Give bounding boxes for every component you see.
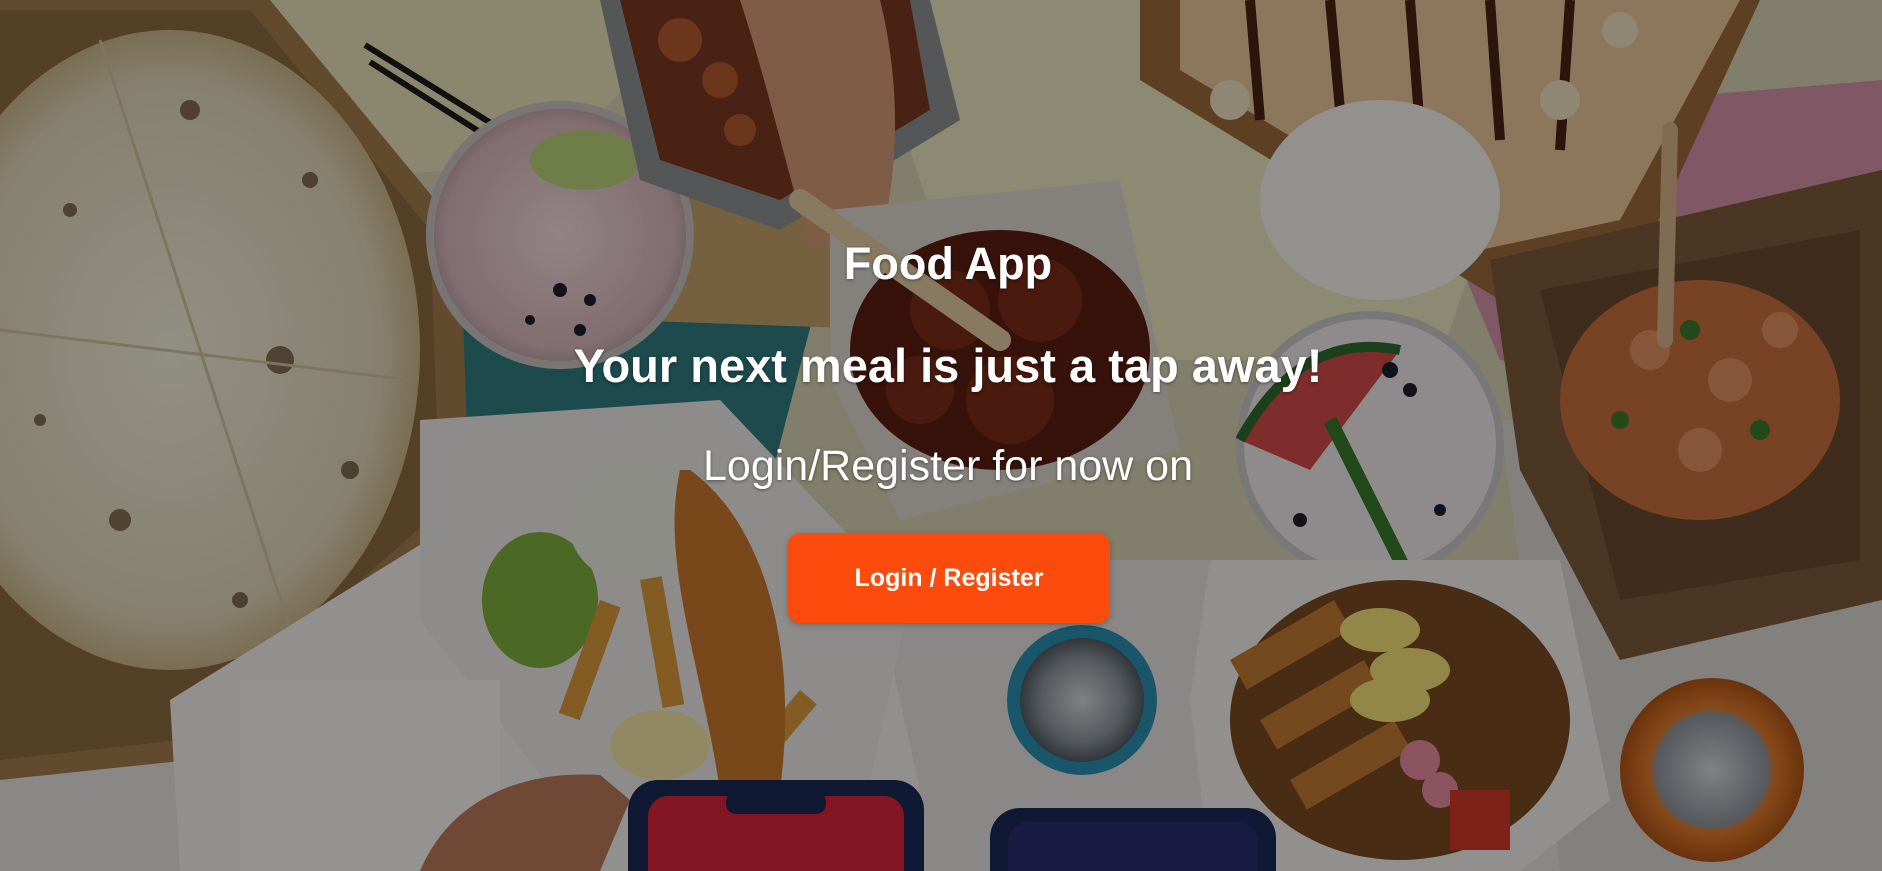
- hero-section: Food App Your next meal is just a tap aw…: [0, 0, 1882, 871]
- tagline: Your next meal is just a tap away!: [573, 339, 1323, 392]
- hero-content: Food App Your next meal is just a tap aw…: [0, 0, 1882, 871]
- app-title: Food App: [843, 238, 1053, 289]
- login-register-button[interactable]: Login / Register: [788, 533, 1110, 623]
- login-prompt-text: Login/Register for now on: [702, 442, 1193, 490]
